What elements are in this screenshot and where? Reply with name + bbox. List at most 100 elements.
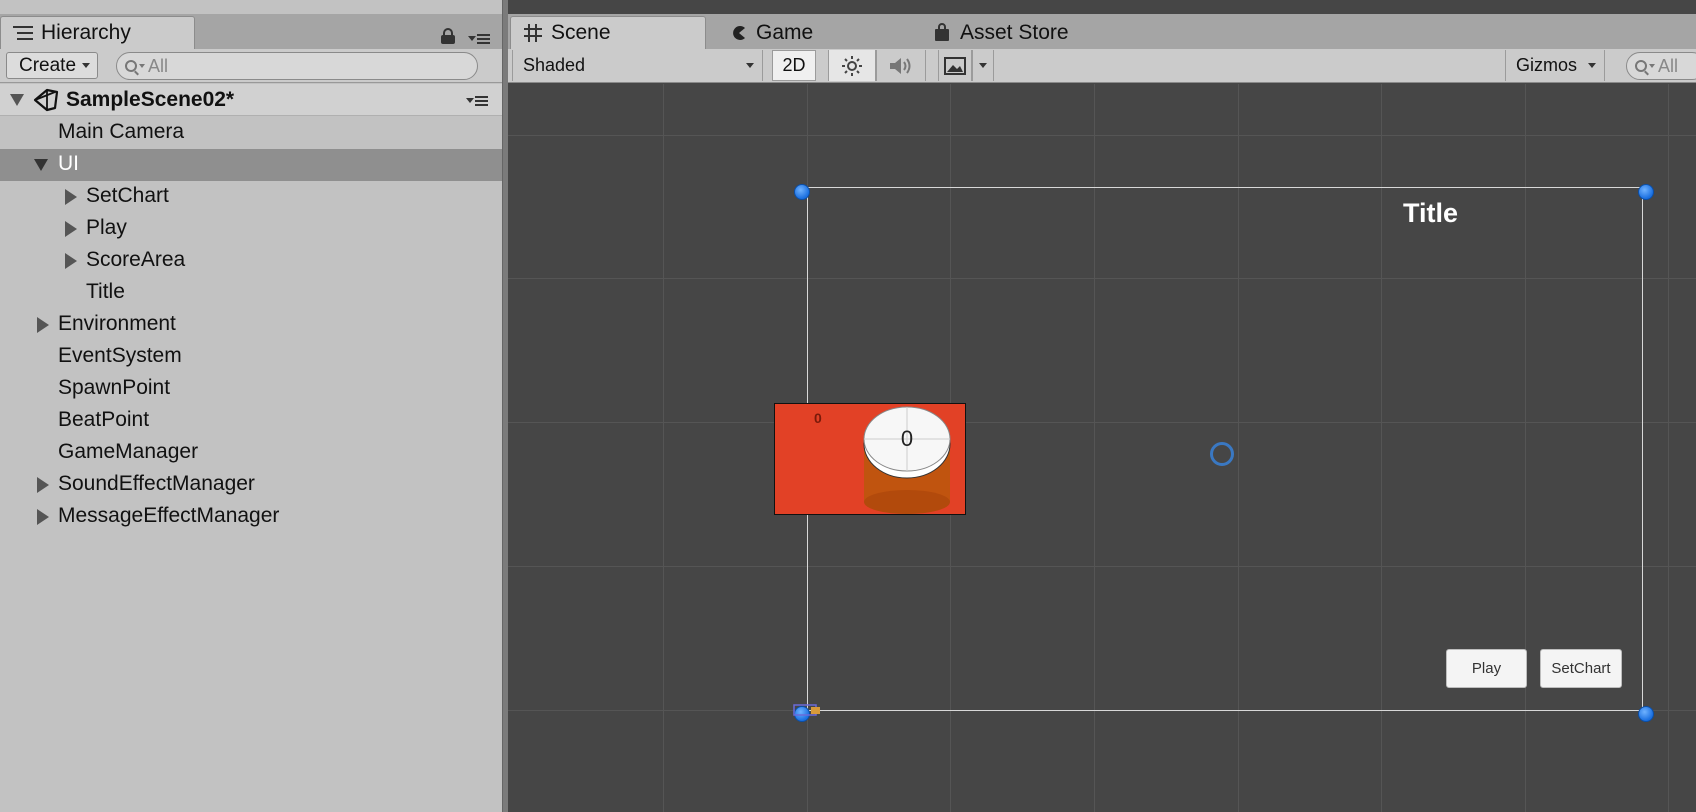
scene-header-row[interactable]: SampleScene02* — [0, 84, 502, 116]
list-icon — [13, 26, 33, 40]
hierarchy-item-label: SpawnPoint — [58, 376, 171, 399]
collapse-arrow-icon[interactable] — [37, 317, 49, 333]
lighting-toggle[interactable] — [828, 50, 876, 81]
search-dropdown-icon[interactable] — [139, 64, 145, 68]
chevron-down-icon — [82, 63, 90, 68]
hierarchy-item-messageeffectmanager[interactable]: MessageEffectManager — [0, 501, 502, 533]
hierarchy-item-soundeffectmanager[interactable]: SoundEffectManager — [0, 469, 502, 501]
hierarchy-item-spawnpoint[interactable]: SpawnPoint — [0, 373, 502, 405]
drum-icon — [863, 406, 951, 514]
rect-handle-bottom-right[interactable] — [1638, 706, 1654, 722]
lock-icon[interactable] — [440, 28, 456, 44]
hierarchy-item-beatpoint[interactable]: BeatPoint — [0, 405, 502, 437]
collapse-arrow-icon[interactable] — [37, 509, 49, 525]
tab-scene[interactable]: Scene — [510, 16, 706, 49]
grid-icon — [524, 24, 542, 42]
grid-line — [1668, 84, 1669, 812]
hierarchy-search-placeholder: All — [148, 55, 169, 76]
hierarchy-toolbar: Create All — [0, 49, 502, 83]
tab-scene-label: Scene — [551, 21, 611, 44]
scene-search-input[interactable]: All — [1626, 52, 1696, 80]
drum-object[interactable]: 0 — [862, 404, 952, 514]
create-button[interactable]: Create — [6, 52, 98, 79]
hierarchy-item-main-camera[interactable]: Main Camera — [0, 117, 502, 149]
image-icon — [944, 56, 966, 75]
search-dropdown-icon[interactable] — [1649, 64, 1655, 68]
shading-mode-label: Shaded — [523, 55, 586, 75]
hierarchy-item-gamemanager[interactable]: GameManager — [0, 437, 502, 469]
grid-line — [663, 84, 664, 812]
hierarchy-item-title[interactable]: Title — [0, 277, 502, 309]
hierarchy-search-input[interactable]: All — [116, 52, 478, 80]
scene-panel: Scene Game Asset Store Shaded 2D Gizmos … — [508, 0, 1696, 812]
search-icon — [125, 60, 137, 72]
shopping-bag-icon — [935, 22, 949, 41]
pivot-marker-icon[interactable] — [1210, 442, 1234, 466]
speaker-icon — [890, 57, 911, 74]
chevron-down-icon — [979, 63, 987, 68]
scene-toolbar: Shaded 2D Gizmos All — [508, 49, 1696, 83]
score-small-text: 0 — [814, 410, 822, 426]
collapse-arrow-icon[interactable] — [37, 477, 49, 493]
hierarchy-item-label: Title — [86, 280, 125, 303]
ui-play-button[interactable]: Play — [1446, 649, 1527, 688]
expand-arrow-icon[interactable] — [10, 94, 24, 106]
sun-icon — [842, 55, 862, 76]
toggle-2d-button[interactable]: 2D — [772, 50, 816, 81]
toggle-2d-label: 2D — [782, 55, 806, 75]
hierarchy-item-play[interactable]: Play — [0, 213, 502, 245]
hierarchy-item-scorearea[interactable]: ScoreArea — [0, 245, 502, 277]
hierarchy-item-label: ScoreArea — [86, 248, 186, 271]
tab-asset-store[interactable]: Asset Store — [920, 16, 1120, 49]
hierarchy-item-ui[interactable]: UI — [0, 149, 502, 181]
scene-search-placeholder: All — [1658, 55, 1679, 76]
hierarchy-item-environment[interactable]: Environment — [0, 309, 502, 341]
rect-handle-top-left[interactable] — [794, 184, 810, 200]
hierarchy-item-eventsystem[interactable]: EventSystem — [0, 341, 502, 373]
collapse-arrow-icon[interactable] — [65, 189, 77, 205]
shading-mode-dropdown[interactable]: Shaded — [512, 50, 763, 81]
effects-toggle[interactable] — [938, 50, 972, 81]
rect-handle-top-right[interactable] — [1638, 184, 1654, 200]
grid-line — [508, 135, 1696, 136]
search-icon — [1635, 60, 1647, 72]
tab-game[interactable]: Game — [718, 16, 868, 49]
hierarchy-panel: Hierarchy Create All SampleScene02* Main… — [0, 0, 502, 812]
gizmos-dropdown[interactable]: Gizmos — [1505, 50, 1605, 81]
scene-viewport[interactable]: Title 0 0 Play SetChart — [508, 84, 1696, 812]
tab-asset-store-label: Asset Store — [960, 20, 1069, 44]
hierarchy-item-label: EventSystem — [58, 344, 182, 367]
hierarchy-item-label: Environment — [58, 312, 176, 335]
chevron-down-icon — [746, 63, 754, 68]
score-area[interactable]: 0 0 — [774, 403, 966, 515]
pacman-icon — [733, 25, 745, 40]
unity-scene-icon — [33, 88, 59, 112]
chevron-down-icon — [1588, 63, 1596, 68]
hierarchy-item-label: Play — [86, 216, 127, 239]
hierarchy-item-label: MessageEffectManager — [58, 504, 280, 527]
hierarchy-item-label: UI — [58, 152, 79, 175]
score-big-text: 0 — [900, 426, 914, 451]
audio-toggle[interactable] — [876, 50, 926, 81]
hierarchy-item-label: Main Camera — [58, 120, 185, 143]
hierarchy-item-label: BeatPoint — [58, 408, 150, 431]
event-system-gizmo-icon — [793, 704, 820, 716]
hierarchy-tabbar: Hierarchy — [0, 14, 502, 49]
hierarchy-item-label: SetChart — [86, 184, 169, 207]
effects-dropdown[interactable] — [972, 50, 994, 81]
tab-hierarchy[interactable]: Hierarchy — [0, 16, 195, 49]
tab-game-label: Game — [756, 20, 814, 44]
tab-hierarchy-label: Hierarchy — [41, 21, 131, 44]
collapse-arrow-icon[interactable] — [65, 221, 77, 237]
expand-arrow-icon[interactable] — [34, 159, 48, 171]
scene-tabbar: Scene Game Asset Store — [508, 14, 1696, 49]
scene-name: SampleScene02* — [66, 88, 235, 111]
ui-setchart-button[interactable]: SetChart — [1540, 649, 1622, 688]
collapse-arrow-icon[interactable] — [65, 253, 77, 269]
gizmos-label: Gizmos — [1516, 55, 1578, 75]
ui-title-text[interactable]: Title — [1403, 198, 1458, 229]
hierarchy-item-setchart[interactable]: SetChart — [0, 181, 502, 213]
panel-menu-icon[interactable] — [468, 32, 490, 46]
create-label: Create — [19, 54, 77, 76]
scene-menu-icon[interactable] — [466, 94, 488, 108]
